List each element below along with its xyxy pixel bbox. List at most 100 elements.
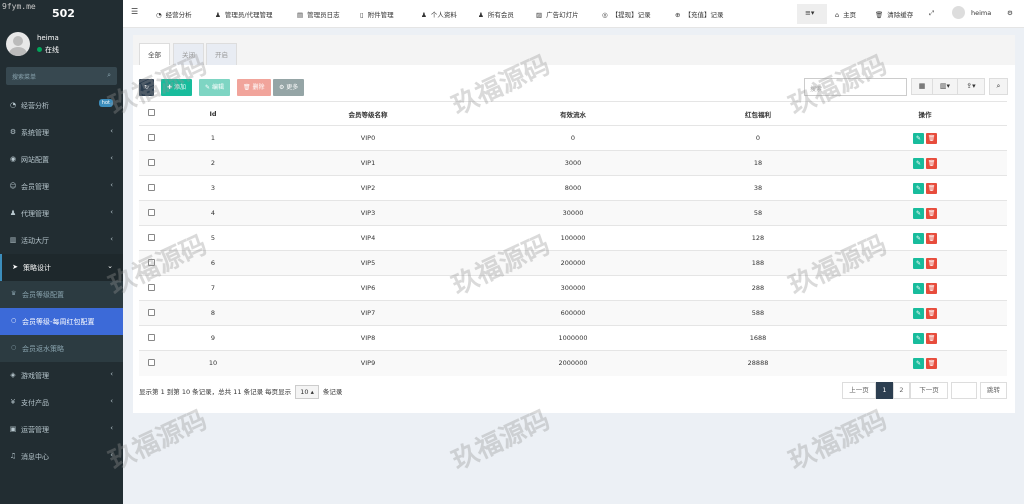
table-row[interactable]: 4 VIP3 30000 58 ✎ 🗑 xyxy=(139,200,1007,226)
page-2-button[interactable]: 2 xyxy=(893,382,910,399)
menu-toggle-icon[interactable]: ☰ xyxy=(131,7,138,16)
jump-button[interactable]: 跳转 xyxy=(980,382,1007,399)
fullscreen-icon[interactable]: ⤢ xyxy=(929,9,934,18)
add-button[interactable]: ✚ 添加 xyxy=(161,79,192,96)
row-checkbox[interactable] xyxy=(139,275,163,301)
search-button[interactable]: ⌕ xyxy=(989,78,1008,95)
sidebar-subitem-weekly-redpacket[interactable]: ○ 会员等级-每周红包配置 xyxy=(0,308,123,335)
nav-clear-cache[interactable]: 🗑 清除缓存 xyxy=(875,9,913,19)
tab-all[interactable]: 全部 xyxy=(139,43,170,65)
tab-closed[interactable]: 关闭 xyxy=(173,43,204,65)
row-checkbox[interactable] xyxy=(139,200,163,226)
sidebar-item-operations[interactable]: ▣ 运营管理 ‹ xyxy=(0,416,123,443)
nav-withdraw[interactable]: ◎ 【提现】记录 xyxy=(602,9,651,19)
edit-row-button[interactable]: ✎ xyxy=(913,232,924,244)
nav-home[interactable]: ⌂ 主页 xyxy=(835,9,856,19)
nav-toggle-dropdown[interactable]: ≡▾ xyxy=(797,4,827,24)
delete-row-button[interactable]: 🗑 xyxy=(926,157,937,169)
brand-title[interactable]: 502 xyxy=(52,7,75,20)
sidebar-item-system[interactable]: ⚙ 系统管理 ‹ xyxy=(0,119,123,146)
table-row[interactable]: 1 VIP0 0 0 ✎ 🗑 xyxy=(139,125,1007,151)
settings-icon[interactable]: ⚙ xyxy=(1007,9,1013,17)
delete-row-button[interactable]: 🗑 xyxy=(926,207,937,219)
edit-row-button[interactable]: ✎ xyxy=(913,282,924,294)
sidebar-item-games[interactable]: ◈ 游戏管理 ‹ xyxy=(0,362,123,389)
sidebar-subitem-rebate[interactable]: ○ 会员返水策略 xyxy=(0,335,123,362)
sidebar-item-dashboard[interactable]: ◔ 经营分析 hot xyxy=(0,92,123,119)
nav-recharge[interactable]: ⊕ 【充值】记录 xyxy=(675,9,723,19)
edit-row-button[interactable]: ✎ xyxy=(913,207,924,219)
nav-attachment[interactable]: ▯ 附件管理 xyxy=(360,9,394,19)
sidebar-item-payment[interactable]: ¥ 支付产品 ‹ xyxy=(0,389,123,416)
row-checkbox[interactable] xyxy=(139,350,163,376)
refresh-button[interactable]: ↻ xyxy=(139,79,155,96)
edit-row-button[interactable]: ✎ xyxy=(913,332,924,344)
col-level-name[interactable]: 会员等级名称 xyxy=(263,101,473,126)
edit-row-button[interactable]: ✎ xyxy=(913,182,924,194)
table-row[interactable]: 2 VIP1 3000 18 ✎ 🗑 xyxy=(139,150,1007,176)
next-page-button[interactable]: 下一页 xyxy=(910,382,948,399)
prev-page-button[interactable]: 上一页 xyxy=(842,382,876,399)
more-button[interactable]: ⚙ 更多 xyxy=(273,79,305,96)
delete-row-button[interactable]: 🗑 xyxy=(926,232,937,244)
sidebar-item-activity[interactable]: ▥ 活动大厅 ‹ xyxy=(0,227,123,254)
sidebar-item-strategy[interactable]: ➤ 策略设计 ⌄ xyxy=(0,254,123,281)
col-turnover[interactable]: 有效流水 xyxy=(473,101,673,126)
table-row[interactable]: 9 VIP8 1000000 1688 ✎ 🗑 xyxy=(139,325,1007,351)
edit-row-button[interactable]: ✎ xyxy=(913,357,924,369)
sidebar-item-site[interactable]: ◉ 网站配置 ‹ xyxy=(0,146,123,173)
delete-row-button[interactable]: 🗑 xyxy=(926,332,937,344)
nav-admin-log[interactable]: ▤ 管理员日志 xyxy=(297,9,340,19)
nav-profile[interactable]: ♟ 个人资料 xyxy=(421,9,457,19)
menu-search-input[interactable]: 搜索菜单 ⌕ xyxy=(6,67,117,85)
sidebar-item-agents[interactable]: ♟ 代理管理 ‹ xyxy=(0,200,123,227)
col-redpacket[interactable]: 红包福利 xyxy=(673,101,843,126)
delete-row-button[interactable]: 🗑 xyxy=(926,307,937,319)
nav-slides[interactable]: ▨ 广告幻灯片 xyxy=(536,9,579,19)
jump-page-input[interactable] xyxy=(951,382,977,399)
header-user-name[interactable]: heima xyxy=(971,9,991,17)
table-row[interactable]: 5 VIP4 100000 128 ✎ 🗑 xyxy=(139,225,1007,251)
edit-row-button[interactable]: ✎ xyxy=(913,257,924,269)
delete-row-button[interactable]: 🗑 xyxy=(926,132,937,144)
edit-row-button[interactable]: ✎ xyxy=(913,307,924,319)
table-search-input[interactable]: 搜索 xyxy=(804,78,907,96)
tab-open[interactable]: 开启 xyxy=(206,43,237,65)
nav-dashboard[interactable]: ◔ 经营分析 xyxy=(156,9,192,19)
col-id[interactable]: Id xyxy=(163,101,263,126)
row-checkbox[interactable] xyxy=(139,300,163,326)
user-status-label: 在线 xyxy=(45,46,59,54)
toggle-view-button[interactable]: ▦ xyxy=(911,78,933,95)
columns-button[interactable]: ▥▾ xyxy=(932,78,958,95)
page-1-button[interactable]: 1 xyxy=(876,382,893,399)
delete-row-button[interactable]: 🗑 xyxy=(926,357,937,369)
delete-button[interactable]: 🗑 删除 xyxy=(237,79,271,96)
avatar[interactable] xyxy=(952,6,965,19)
page-size-select[interactable]: 10 ▴ xyxy=(295,385,319,399)
sidebar-subitem-level[interactable]: ♛ 会员等级配置 xyxy=(0,281,123,308)
table-row[interactable]: 10 VIP9 2000000 28888 ✎ 🗑 xyxy=(139,350,1007,376)
nav-all-members[interactable]: ♟ 所有会员 xyxy=(478,9,514,19)
table-row[interactable]: 7 VIP6 300000 288 ✎ 🗑 xyxy=(139,275,1007,301)
sidebar-item-messages[interactable]: ♫ 消息中心 ‹ xyxy=(0,443,123,470)
delete-row-button[interactable]: 🗑 xyxy=(926,257,937,269)
row-checkbox[interactable] xyxy=(139,225,163,251)
row-checkbox[interactable] xyxy=(139,150,163,176)
table-row[interactable]: 8 VIP7 600000 588 ✎ 🗑 xyxy=(139,300,1007,326)
delete-row-button[interactable]: 🗑 xyxy=(926,182,937,194)
row-checkbox[interactable] xyxy=(139,250,163,276)
edit-button[interactable]: ✎ 编辑 xyxy=(199,79,230,96)
row-checkbox[interactable] xyxy=(139,325,163,351)
row-checkbox[interactable] xyxy=(139,125,163,151)
table-row[interactable]: 6 VIP5 200000 188 ✎ 🗑 xyxy=(139,250,1007,276)
table-cell: 58 xyxy=(673,200,843,226)
delete-row-button[interactable]: 🗑 xyxy=(926,282,937,294)
edit-row-button[interactable]: ✎ xyxy=(913,132,924,144)
row-checkbox[interactable] xyxy=(139,175,163,201)
select-all-checkbox[interactable] xyxy=(139,101,163,126)
edit-row-button[interactable]: ✎ xyxy=(913,157,924,169)
table-row[interactable]: 3 VIP2 8000 38 ✎ 🗑 xyxy=(139,175,1007,201)
export-button[interactable]: ⇪▾ xyxy=(957,78,985,95)
sidebar-item-members[interactable]: ☺ 会员管理 ‹ xyxy=(0,173,123,200)
nav-admin[interactable]: ♟ 管理员/代理管理 xyxy=(215,9,273,19)
